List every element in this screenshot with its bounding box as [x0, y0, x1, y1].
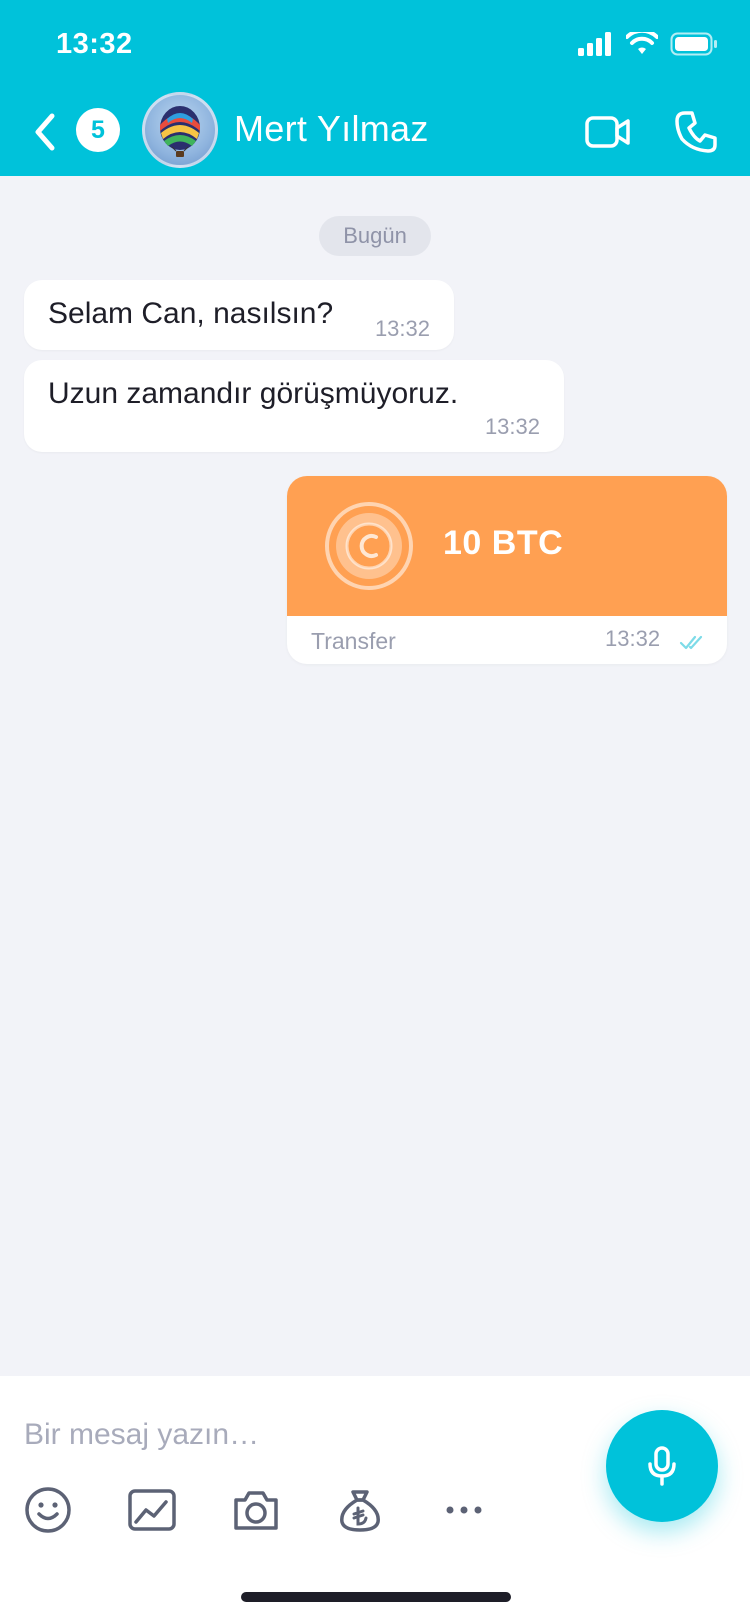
cellular-signal-icon [578, 32, 611, 56]
phone-call-icon[interactable] [672, 108, 720, 156]
contact-name[interactable]: Mert Yılmaz [234, 108, 429, 150]
avatar[interactable] [142, 92, 218, 168]
message-text: Uzun zamandır görüşmüyoruz. [48, 377, 459, 410]
voice-message-button[interactable] [606, 1410, 718, 1522]
message-bubble-incoming[interactable]: Selam Can, nasılsın? 13:32 [24, 280, 454, 350]
message-text: Selam Can, nasılsın? [48, 297, 334, 330]
emoji-icon[interactable] [22, 1484, 74, 1536]
coin-icon [325, 502, 413, 590]
hot-air-balloon-icon [160, 106, 200, 157]
status-time: 13:32 [56, 28, 133, 60]
transfer-message-card[interactable]: 10 BTC Transfer 13:32 [287, 476, 727, 664]
message-composer [0, 1376, 750, 1624]
home-indicator[interactable] [241, 1592, 511, 1602]
microphone-icon [648, 1446, 676, 1486]
gallery-icon[interactable] [126, 1484, 178, 1536]
transfer-amount: 10 BTC [443, 524, 564, 562]
video-call-icon[interactable] [584, 112, 632, 152]
read-receipt-icon [679, 635, 703, 650]
date-separator: Bugün [319, 216, 431, 256]
message-bubble-incoming[interactable]: Uzun zamandır görüşmüyoruz. 13:32 [24, 360, 564, 452]
unread-count-badge: 5 [76, 108, 120, 152]
battery-icon [670, 32, 717, 56]
back-chevron-icon[interactable] [28, 108, 64, 156]
message-input[interactable] [24, 1412, 564, 1458]
camera-icon[interactable] [230, 1484, 282, 1536]
transfer-banner: 10 BTC [287, 476, 727, 616]
message-time: 13:32 [605, 626, 661, 651]
status-icons [578, 32, 718, 56]
chat-header: 13:32 5 Mert Yılmaz [0, 0, 750, 176]
message-time: 13:32 [374, 316, 430, 341]
transfer-label: Transfer [311, 628, 396, 654]
money-bag-icon[interactable] [334, 1484, 386, 1536]
wifi-icon [626, 32, 658, 54]
message-time: 13:32 [484, 414, 540, 439]
more-options-icon[interactable] [438, 1484, 490, 1536]
